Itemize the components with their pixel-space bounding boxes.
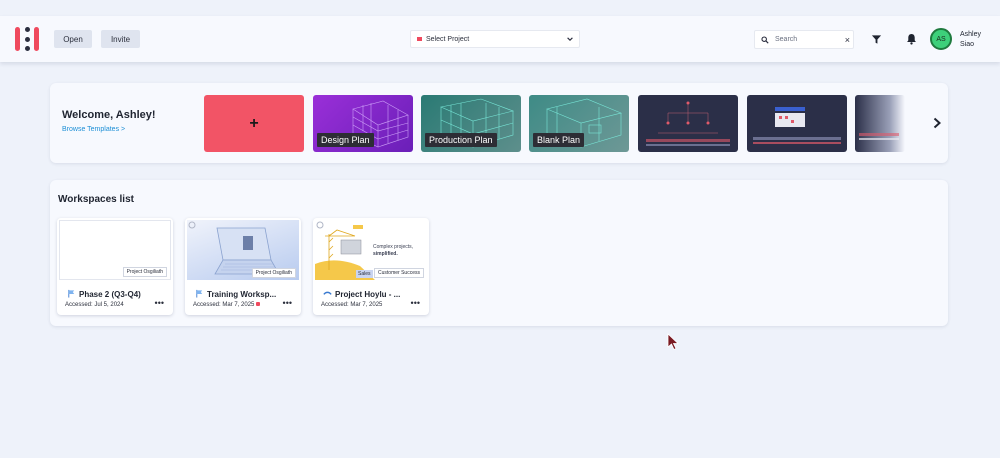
notification-dot-icon bbox=[256, 302, 261, 306]
template-blank-plan[interactable]: Blank Plan bbox=[529, 95, 629, 152]
workspace-name: Project Hoylu - ... bbox=[335, 290, 401, 299]
select-project-label: Select Project bbox=[426, 35, 470, 43]
avatar[interactable]: AS bbox=[930, 28, 952, 50]
template-design-plan[interactable]: Design Plan bbox=[313, 95, 413, 152]
more-options-icon[interactable]: ••• bbox=[411, 298, 420, 308]
workspace-accessed: Accessed: Jul 5, 2024 bbox=[65, 302, 124, 308]
workspaces-title: Workspaces list bbox=[58, 194, 134, 205]
search-icon bbox=[761, 36, 769, 44]
mouse-cursor-icon bbox=[667, 333, 679, 351]
workspace-thumbnail: Complex projects, simplified. Sales Custo… bbox=[315, 220, 427, 280]
browse-templates-link[interactable]: Browse Templates > bbox=[62, 126, 125, 133]
project-tag: Project Osgiliath bbox=[122, 267, 167, 277]
workspace-card[interactable]: Project Osgiliath Training Worksp... Acc… bbox=[185, 218, 301, 315]
workspace-accessed: Accessed: Mar 7, 2025 bbox=[193, 302, 261, 308]
template-label: Design Plan bbox=[317, 133, 374, 147]
clear-search-icon[interactable]: × bbox=[845, 35, 850, 45]
hoylu-logo-icon bbox=[323, 291, 332, 295]
select-project-dropdown[interactable]: Select Project bbox=[410, 30, 580, 48]
filter-icon[interactable] bbox=[871, 34, 882, 45]
template-label: Production Plan bbox=[425, 133, 497, 147]
org-chart-icon bbox=[646, 101, 730, 146]
timeline-icon bbox=[753, 107, 841, 144]
workspace-name: Training Worksp... bbox=[207, 290, 277, 299]
thumb-headline: Complex projects, simplified. bbox=[373, 244, 414, 257]
user-name: Ashley Siao bbox=[960, 30, 1000, 50]
template-production-plan[interactable]: Production Plan bbox=[421, 95, 521, 152]
template-diagram-3[interactable] bbox=[855, 95, 905, 152]
template-diagram-2[interactable] bbox=[747, 95, 847, 152]
workspace-thumbnail: Project Osgiliath bbox=[59, 220, 171, 280]
template-label: Blank Plan bbox=[533, 133, 585, 147]
search-box[interactable]: Search × bbox=[754, 30, 854, 49]
welcome-panel: Welcome, Ashley! Browse Templates > + De… bbox=[50, 83, 948, 163]
sales-tag: Sales bbox=[356, 270, 373, 278]
project-tag: Customer Success bbox=[374, 268, 424, 278]
workspace-name: Phase 2 (Q3-Q4) bbox=[79, 290, 141, 299]
workspace-thumbnail: Project Osgiliath bbox=[187, 220, 299, 280]
welcome-title: Welcome, Ashley! bbox=[62, 109, 156, 121]
flag-icon bbox=[68, 289, 75, 298]
more-options-icon[interactable]: ••• bbox=[155, 298, 164, 308]
flag-icon bbox=[196, 289, 203, 298]
chevron-down-icon bbox=[567, 37, 573, 41]
bell-icon[interactable] bbox=[906, 33, 917, 45]
open-button[interactable]: Open bbox=[54, 30, 92, 48]
template-diagram-1[interactable] bbox=[638, 95, 738, 152]
new-workspace-button[interactable]: + bbox=[204, 95, 304, 152]
user-last-name: Siao bbox=[960, 41, 975, 48]
chevron-right-icon[interactable] bbox=[932, 117, 942, 129]
table-diagram-icon bbox=[859, 133, 899, 140]
plus-icon: + bbox=[249, 114, 259, 132]
search-input[interactable]: Search bbox=[775, 36, 797, 43]
more-options-icon[interactable]: ••• bbox=[283, 298, 292, 308]
app-logo[interactable] bbox=[15, 27, 39, 51]
top-header: Open Invite Select Project Search × AS A… bbox=[0, 16, 1000, 62]
user-first-name: Ashley bbox=[960, 31, 982, 38]
workspace-card[interactable]: Project Osgiliath Phase 2 (Q3-Q4) Access… bbox=[57, 218, 173, 315]
invite-button[interactable]: Invite bbox=[101, 30, 140, 48]
project-flag-icon bbox=[417, 37, 422, 41]
workspace-accessed: Accessed: Mar 7, 2025 bbox=[321, 302, 383, 308]
workspace-card[interactable]: Complex projects, simplified. Sales Custo… bbox=[313, 218, 429, 315]
project-tag: Project Osgiliath bbox=[251, 268, 296, 278]
workspaces-panel: Workspaces list Project Osgiliath Phase … bbox=[50, 180, 948, 326]
